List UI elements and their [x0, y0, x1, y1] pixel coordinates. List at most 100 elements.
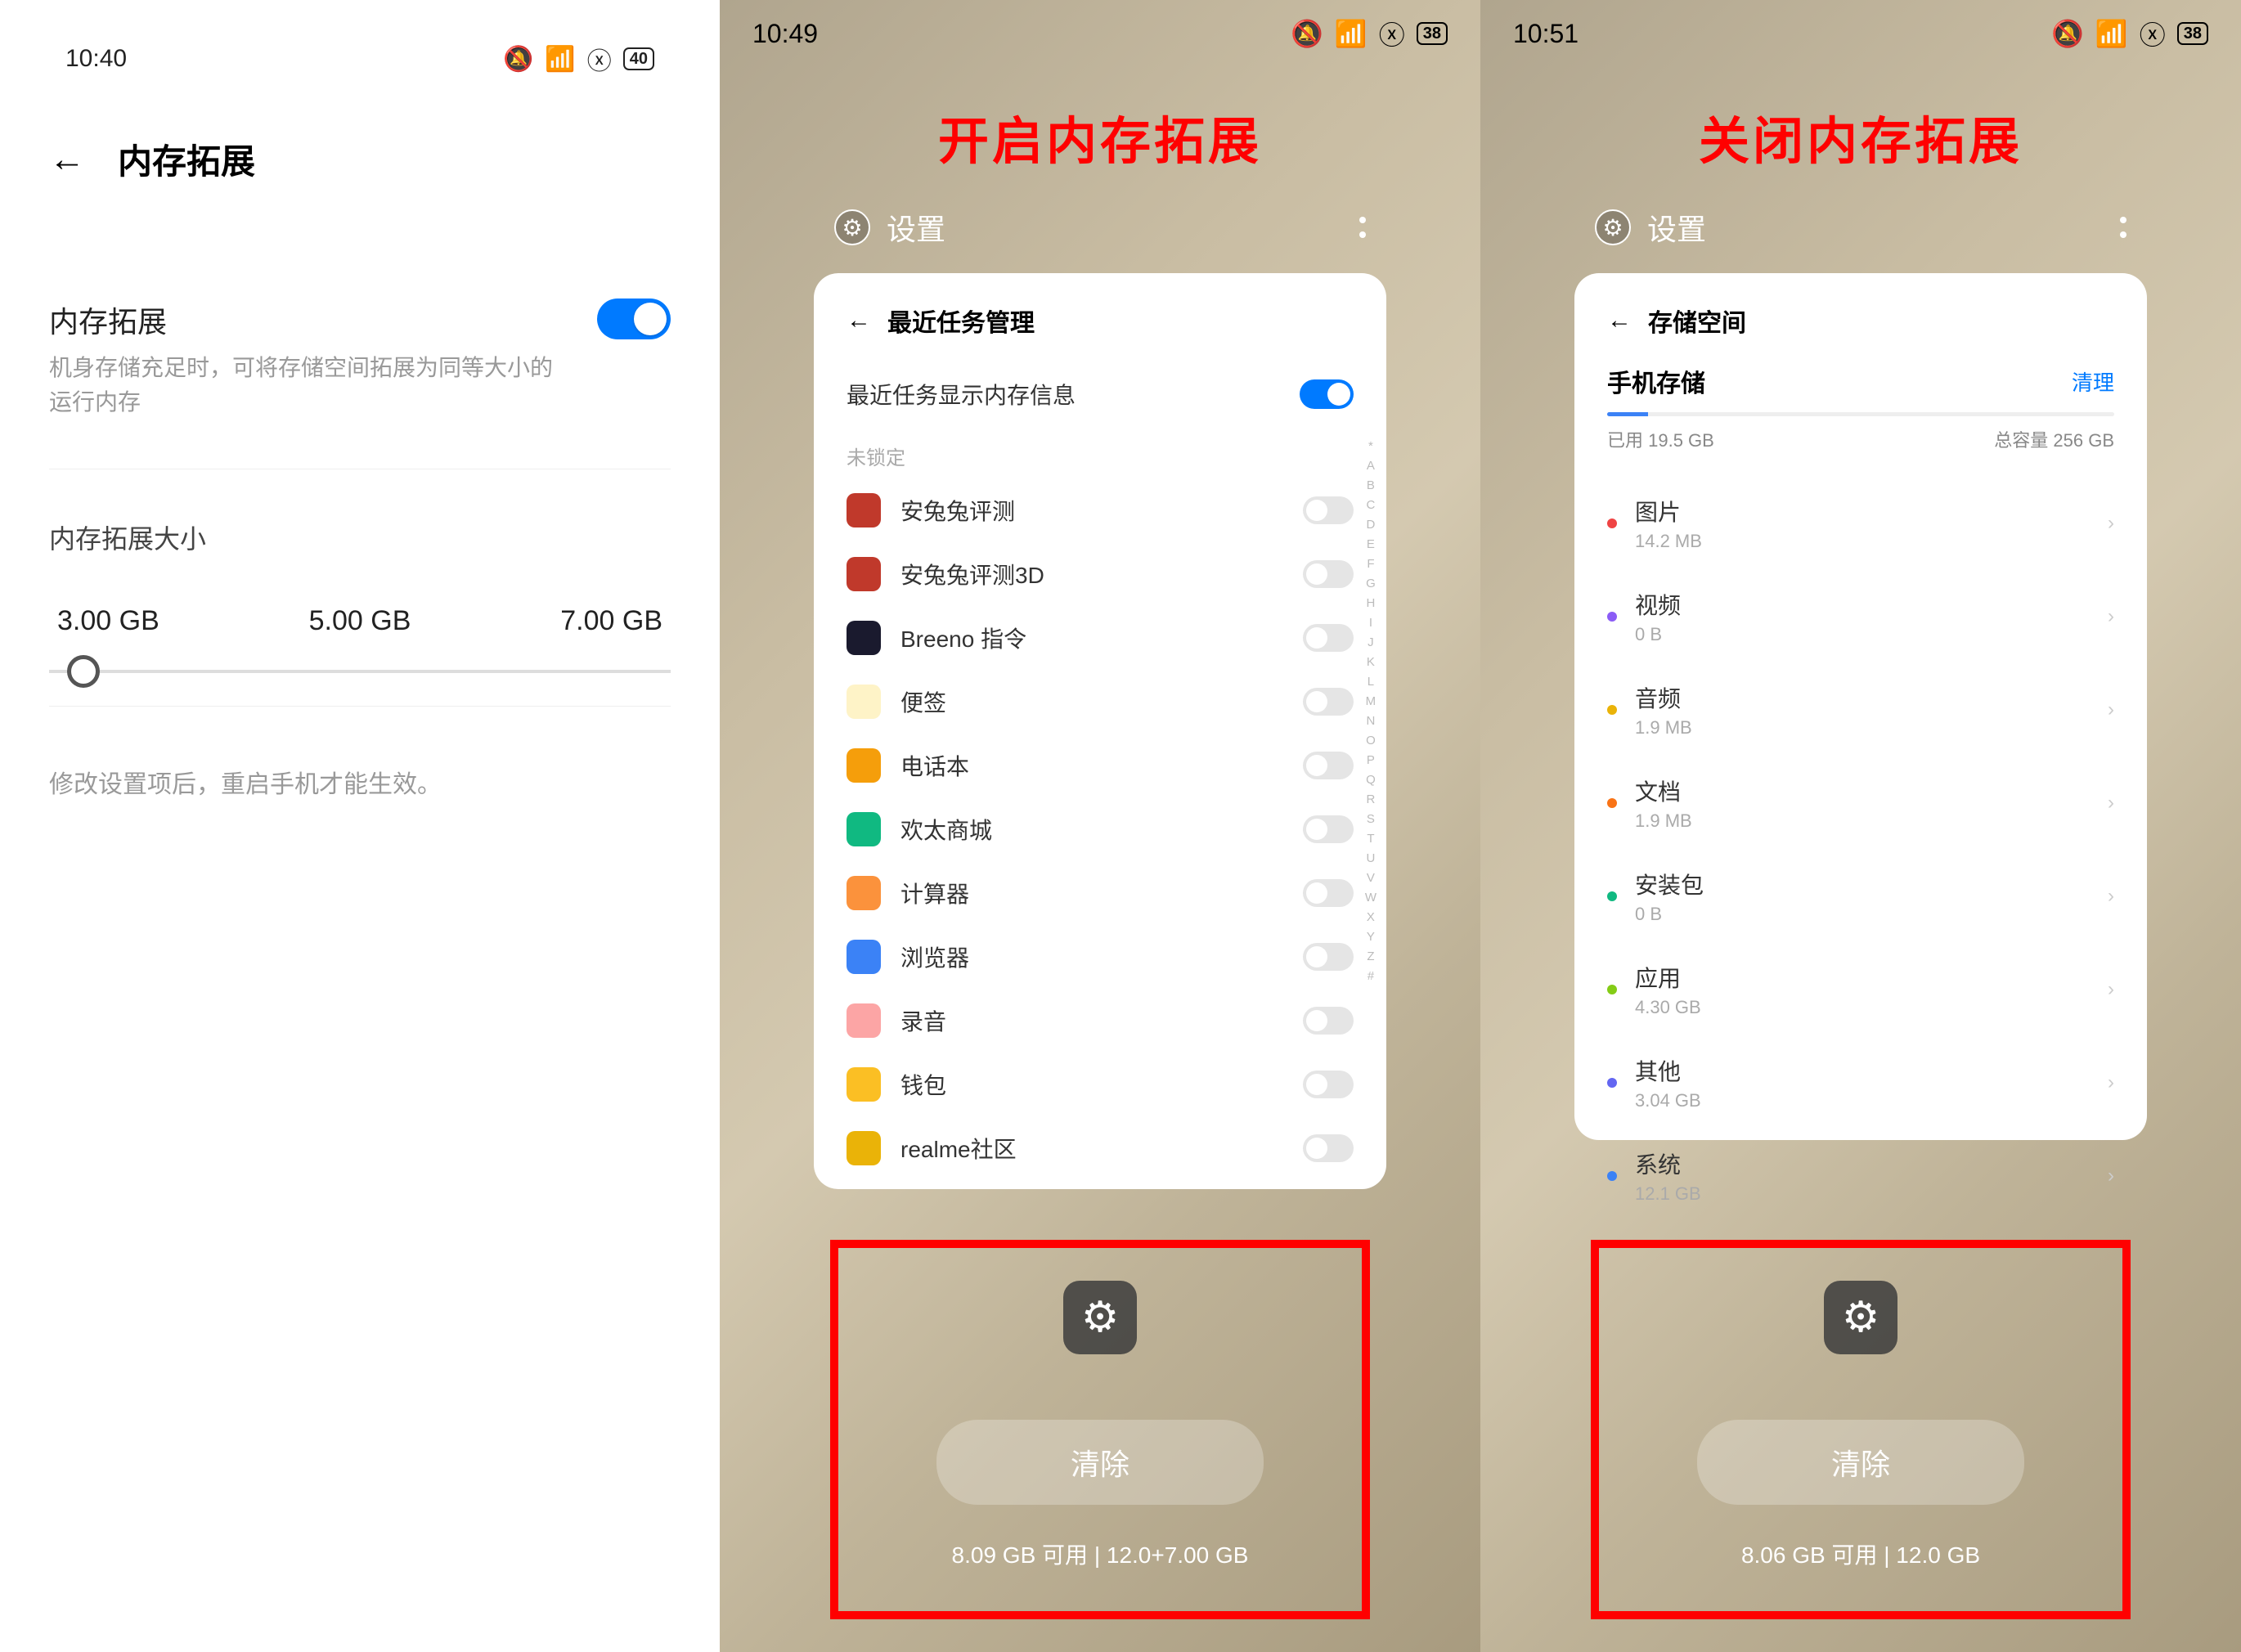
app-lock-toggle[interactable] — [1303, 752, 1354, 779]
slider-thumb[interactable] — [67, 655, 100, 688]
storage-category-row[interactable]: 音频 1.9 MB › — [1607, 663, 2114, 756]
app-lock-toggle[interactable] — [1303, 688, 1354, 716]
chevron-right-icon: › — [2108, 792, 2114, 815]
storage-category-row[interactable]: 应用 4.30 GB › — [1607, 943, 2114, 1036]
storage-category-row[interactable]: 图片 14.2 MB › — [1607, 477, 2114, 570]
storage-card[interactable]: ← 存储空间 手机存储 清理 已用 19.5 GB 总容量 256 GB 图片 … — [1574, 273, 2147, 1140]
size-options: 3.00 GB 5.00 GB 7.00 GB — [49, 605, 671, 637]
chevron-right-icon: › — [2108, 512, 2114, 535]
app-lock-toggle[interactable] — [1303, 815, 1354, 843]
app-name: 便签 — [900, 685, 1283, 718]
app-lock-toggle[interactable] — [1303, 624, 1354, 652]
status-icons: 🔕 📶 ⓧ 40 — [503, 41, 654, 77]
app-row[interactable]: 安兔兔评测 — [847, 478, 1354, 542]
app-lock-toggle[interactable] — [1303, 560, 1354, 588]
status-bar: 10:51 🔕 📶 ⓧ 38 — [1480, 0, 2241, 67]
page-title: 内存拓展 — [118, 134, 255, 184]
app-row[interactable]: 电话本 — [847, 734, 1354, 797]
category-dot-icon — [1607, 798, 1617, 808]
storage-title: 手机存储 — [1607, 363, 1705, 399]
wifi-icon: 📶 — [545, 45, 575, 74]
show-memory-toggle[interactable] — [1300, 379, 1354, 409]
category-dot-icon — [1607, 1078, 1617, 1088]
category-name: 安装包 — [1635, 868, 2090, 900]
gear-icon[interactable]: ⚙ — [1824, 1281, 1897, 1354]
app-row[interactable]: realme社区 — [847, 1116, 1354, 1180]
show-memory-toggle-row[interactable]: 最近任务显示内存信息 — [847, 363, 1354, 425]
category-size: 14.2 MB — [1635, 531, 2090, 552]
app-row[interactable]: 计算器 — [847, 861, 1354, 925]
app-row[interactable]: 浏览器 — [847, 925, 1354, 989]
app-name: 安兔兔评测 — [900, 494, 1283, 527]
size-option-5gb[interactable]: 5.00 GB — [309, 605, 411, 637]
battery-icon: 40 — [623, 47, 654, 70]
app-name: 浏览器 — [900, 940, 1283, 973]
storage-meta: 已用 19.5 GB 总容量 256 GB — [1607, 426, 2114, 452]
size-option-3gb[interactable]: 3.00 GB — [57, 605, 159, 637]
unlocked-section-label: 未锁定 — [847, 442, 1354, 470]
alphabet-index[interactable]: *ABCDEFGHIJKLMNOPQRSTUVWXYZ# — [1365, 437, 1376, 986]
status-bar: 10:49 🔕 📶 ⓧ 38 — [720, 0, 1480, 67]
category-dot-icon — [1607, 1171, 1617, 1181]
memory-extension-toggle[interactable] — [597, 299, 671, 339]
app-name: realme社区 — [900, 1132, 1283, 1165]
app-lock-toggle[interactable] — [1303, 943, 1354, 971]
storage-category-row[interactable]: 其他 3.04 GB › — [1607, 1036, 2114, 1129]
recent-tasks-card[interactable]: ← 最近任务管理 最近任务显示内存信息 未锁定 安兔兔评测 安兔兔评测3D Br… — [814, 273, 1386, 1189]
recent-app-header: ⚙ 设置 — [720, 206, 1480, 249]
storage-category-row[interactable]: 系统 12.1 GB › — [1607, 1129, 2114, 1223]
app-row[interactable]: 安兔兔评测3D — [847, 542, 1354, 606]
category-size: 12.1 GB — [1635, 1183, 2090, 1205]
app-row[interactable]: 钱包 — [847, 1053, 1354, 1116]
nfc-icon: ⓧ — [2140, 15, 2166, 52]
storage-category-row[interactable]: 视频 0 B › — [1607, 570, 2114, 663]
card-header: ← 最近任务管理 — [847, 303, 1354, 339]
category-size: 0 B — [1635, 904, 2090, 925]
category-dot-icon — [1607, 891, 1617, 901]
storage-category-row[interactable]: 安装包 0 B › — [1607, 850, 2114, 943]
app-lock-toggle[interactable] — [1303, 1134, 1354, 1162]
app-icon — [847, 621, 881, 655]
more-menu[interactable] — [2120, 217, 2126, 238]
app-row[interactable]: 录音 — [847, 989, 1354, 1053]
toggle-description: 机身存储充足时，可将存储空间拓展为同等大小的运行内存 — [49, 351, 556, 420]
app-row[interactable]: 欢太商城 — [847, 797, 1354, 861]
back-button[interactable]: ← — [49, 139, 85, 180]
status-icons: 🔕 📶 ⓧ 38 — [2051, 15, 2208, 52]
nfc-icon: ⓧ — [1379, 15, 1405, 52]
gear-icon[interactable]: ⚙ — [1595, 209, 1631, 245]
app-row[interactable]: 便签 — [847, 670, 1354, 734]
app-name: 安兔兔评测3D — [900, 558, 1283, 590]
storage-category-row[interactable]: 文档 1.9 MB › — [1607, 756, 2114, 850]
category-dot-icon — [1607, 705, 1617, 715]
size-option-7gb[interactable]: 7.00 GB — [560, 605, 662, 637]
back-arrow-icon[interactable]: ← — [847, 307, 871, 334]
highlight-box: ⚙ 清除 8.09 GB 可用 | 12.0+7.00 GB — [830, 1240, 1370, 1619]
app-row[interactable]: Breeno 指令 — [847, 606, 1354, 670]
app-lock-toggle[interactable] — [1303, 879, 1354, 907]
size-slider[interactable] — [49, 670, 671, 673]
app-lock-toggle[interactable] — [1303, 1071, 1354, 1098]
recents-panel-disabled: 10:51 🔕 📶 ⓧ 38 关闭内存拓展 ⚙ 设置 ← 存储空间 手机存储 清… — [1480, 0, 2241, 1652]
app-lock-toggle[interactable] — [1303, 496, 1354, 524]
gear-icon[interactable]: ⚙ — [1063, 1281, 1137, 1354]
memory-extension-toggle-row[interactable]: 内存拓展 机身存储充足时，可将存储空间拓展为同等大小的运行内存 — [49, 282, 671, 469]
app-name: 电话本 — [900, 749, 1283, 782]
annotation-title: 开启内存拓展 — [720, 67, 1480, 190]
storage-total: 总容量 256 GB — [1994, 426, 2114, 452]
nfc-icon: ⓧ — [587, 41, 612, 77]
back-arrow-icon[interactable]: ← — [1607, 307, 1632, 334]
category-name: 其他 — [1635, 1054, 2090, 1087]
status-time: 10:49 — [752, 19, 818, 49]
more-menu[interactable] — [1359, 217, 1366, 238]
card-title: 最近任务管理 — [887, 303, 1035, 339]
clear-button[interactable]: 清除 — [1697, 1420, 2024, 1505]
gear-icon[interactable]: ⚙ — [834, 209, 870, 245]
category-dot-icon — [1607, 985, 1617, 994]
category-size: 1.9 MB — [1635, 717, 2090, 738]
app-lock-toggle[interactable] — [1303, 1007, 1354, 1035]
annotation-title: 关闭内存拓展 — [1480, 67, 2241, 190]
storage-used: 已用 19.5 GB — [1607, 426, 1714, 452]
clear-button[interactable]: 清除 — [936, 1420, 1264, 1505]
cleanup-link[interactable]: 清理 — [2072, 366, 2114, 397]
